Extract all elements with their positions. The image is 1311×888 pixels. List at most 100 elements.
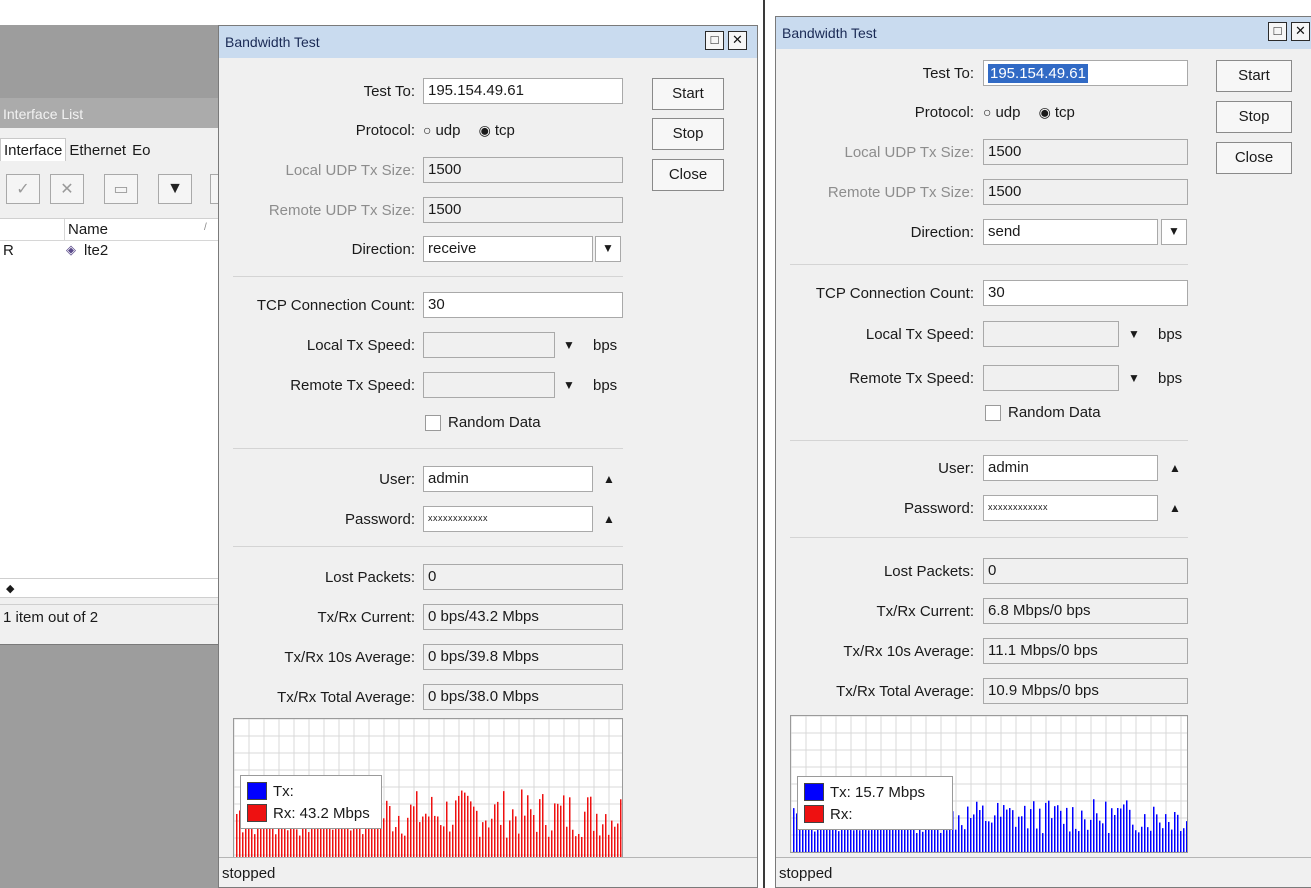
traffic-bar [332, 829, 334, 857]
disable-button[interactable]: ✕ [50, 174, 84, 204]
stop-button[interactable]: Stop [652, 118, 724, 150]
lost-packets-label: Lost Packets: [324, 569, 415, 586]
traffic-bar [236, 813, 238, 857]
remote-tx-speed-input[interactable] [423, 372, 555, 398]
table-row[interactable]: R ◈ lte2 [0, 241, 232, 261]
comment-icon: ▭ [113, 181, 129, 198]
tx-color-swatch [247, 782, 267, 800]
dropdown-arrow-icon[interactable]: ▼ [1128, 327, 1140, 341]
random-data-label: Random Data [448, 414, 541, 431]
enable-button[interactable]: ✓ [6, 174, 40, 204]
collapse-arrow-icon[interactable]: ▲ [603, 512, 615, 526]
traffic-bar [1102, 823, 1104, 852]
test-to-label: Test To: [922, 65, 974, 82]
dropdown-arrow-icon[interactable]: ▼ [563, 338, 575, 352]
remote-speed-unit: bps [593, 377, 618, 394]
traffic-bar [563, 795, 565, 857]
local-udp-input[interactable]: 1500 [983, 139, 1188, 165]
tcp-count-input[interactable]: 30 [423, 292, 623, 318]
tab-interface[interactable]: Interface [0, 138, 67, 161]
remote-udp-input[interactable]: 1500 [423, 197, 623, 223]
traffic-bar [1120, 808, 1122, 852]
graph-legend: Tx: 15.7 Mbps Rx: [797, 776, 953, 830]
traffic-bar [1090, 819, 1092, 852]
total-avg-value: 0 bps/38.0 Mbps [423, 684, 623, 710]
random-data-checkbox[interactable] [425, 415, 441, 431]
horizontal-scrollbar[interactable]: ◆ [0, 578, 232, 598]
maximize-icon: □ [1273, 23, 1282, 38]
protocol-tcp-radio[interactable]: ◉ tcp [479, 122, 515, 139]
direction-select[interactable]: receive [423, 236, 593, 262]
traffic-bar [1147, 827, 1149, 852]
avg10-label: Tx/Rx 10s Average: [284, 649, 415, 666]
rx-color-swatch [804, 805, 824, 823]
traffic-bar [287, 830, 289, 857]
close-window-button[interactable]: ✕ [728, 31, 747, 50]
traffic-bar [868, 830, 870, 852]
maximize-button[interactable]: □ [705, 31, 724, 50]
close-button[interactable]: Close [652, 159, 724, 191]
traffic-bar [428, 816, 430, 857]
interface-list-tabs: Interface Ethernet Eo [0, 138, 153, 164]
collapse-arrow-icon[interactable]: ▲ [1169, 501, 1181, 515]
password-input[interactable]: xxxxxxxxxxxx [423, 506, 593, 532]
traffic-bar [398, 815, 400, 857]
traffic-bar [452, 824, 454, 857]
start-button[interactable]: Start [1216, 60, 1292, 92]
protocol-udp-radio[interactable]: ○ udp [423, 122, 461, 139]
remote-udp-input[interactable]: 1500 [983, 179, 1188, 205]
dropdown-arrow-icon[interactable]: ▼ [1161, 219, 1187, 245]
protocol-tcp-radio[interactable]: ◉ tcp [1039, 104, 1075, 121]
remote-tx-speed-input[interactable] [983, 365, 1119, 391]
rx-color-swatch [247, 804, 267, 822]
traffic-bar [976, 801, 978, 852]
traffic-bar [554, 803, 556, 857]
dropdown-arrow-icon[interactable]: ▼ [1128, 371, 1140, 385]
traffic-bar [973, 814, 975, 852]
filter-button[interactable]: ▼ [158, 174, 192, 204]
random-data-checkbox[interactable] [985, 405, 1001, 421]
start-button[interactable]: Start [652, 78, 724, 110]
dropdown-arrow-icon[interactable]: ▼ [595, 236, 621, 262]
test-to-input[interactable]: 195.154.49.61 [983, 60, 1188, 86]
test-to-input[interactable]: 195.154.49.61 [423, 78, 623, 104]
close-button[interactable]: Close [1216, 142, 1292, 174]
close-window-button[interactable]: ✕ [1291, 22, 1310, 41]
column-name[interactable]: Name [68, 221, 108, 238]
local-tx-speed-input[interactable] [423, 332, 555, 358]
scroll-left-icon[interactable]: ◆ [6, 583, 14, 595]
comment-button[interactable]: ▭ [104, 174, 138, 204]
traffic-bar [599, 835, 601, 857]
lost-packets-label: Lost Packets: [883, 563, 974, 580]
direction-select[interactable]: send [983, 219, 1158, 245]
dropdown-arrow-icon[interactable]: ▼ [563, 378, 575, 392]
tcp-count-input[interactable]: 30 [983, 280, 1188, 306]
local-udp-input[interactable]: 1500 [423, 157, 623, 183]
tab-eoip[interactable]: Eo [129, 139, 153, 161]
traffic-bar [515, 816, 517, 857]
traffic-bar [329, 824, 331, 857]
collapse-arrow-icon[interactable]: ▲ [603, 472, 615, 486]
password-label: Password: [344, 511, 415, 528]
legend-rx: Rx: 43.2 Mbps [273, 804, 370, 822]
radio-selected-icon: ◉ [1038, 104, 1051, 120]
traffic-bar [455, 800, 457, 857]
local-tx-speed-input[interactable] [983, 321, 1119, 347]
stop-button[interactable]: Stop [1216, 101, 1292, 133]
tcp-count-label: TCP Connection Count: [256, 297, 415, 314]
traffic-bar [407, 817, 409, 857]
protocol-udp-radio[interactable]: ○ udp [983, 104, 1021, 121]
traffic-bar [419, 822, 421, 857]
traffic-bar [437, 816, 439, 857]
traffic-bar [793, 808, 795, 852]
password-input[interactable]: xxxxxxxxxxxx [983, 495, 1158, 521]
traffic-bar [865, 829, 867, 852]
tab-ethernet[interactable]: Ethernet [66, 139, 129, 161]
collapse-arrow-icon[interactable]: ▲ [1169, 461, 1181, 475]
maximize-button[interactable]: □ [1268, 22, 1287, 41]
row-name: lte2 [84, 242, 109, 259]
traffic-bar [1111, 808, 1113, 852]
user-input[interactable]: admin [423, 466, 593, 492]
local-speed-unit: bps [1158, 326, 1183, 343]
user-input[interactable]: admin [983, 455, 1158, 481]
